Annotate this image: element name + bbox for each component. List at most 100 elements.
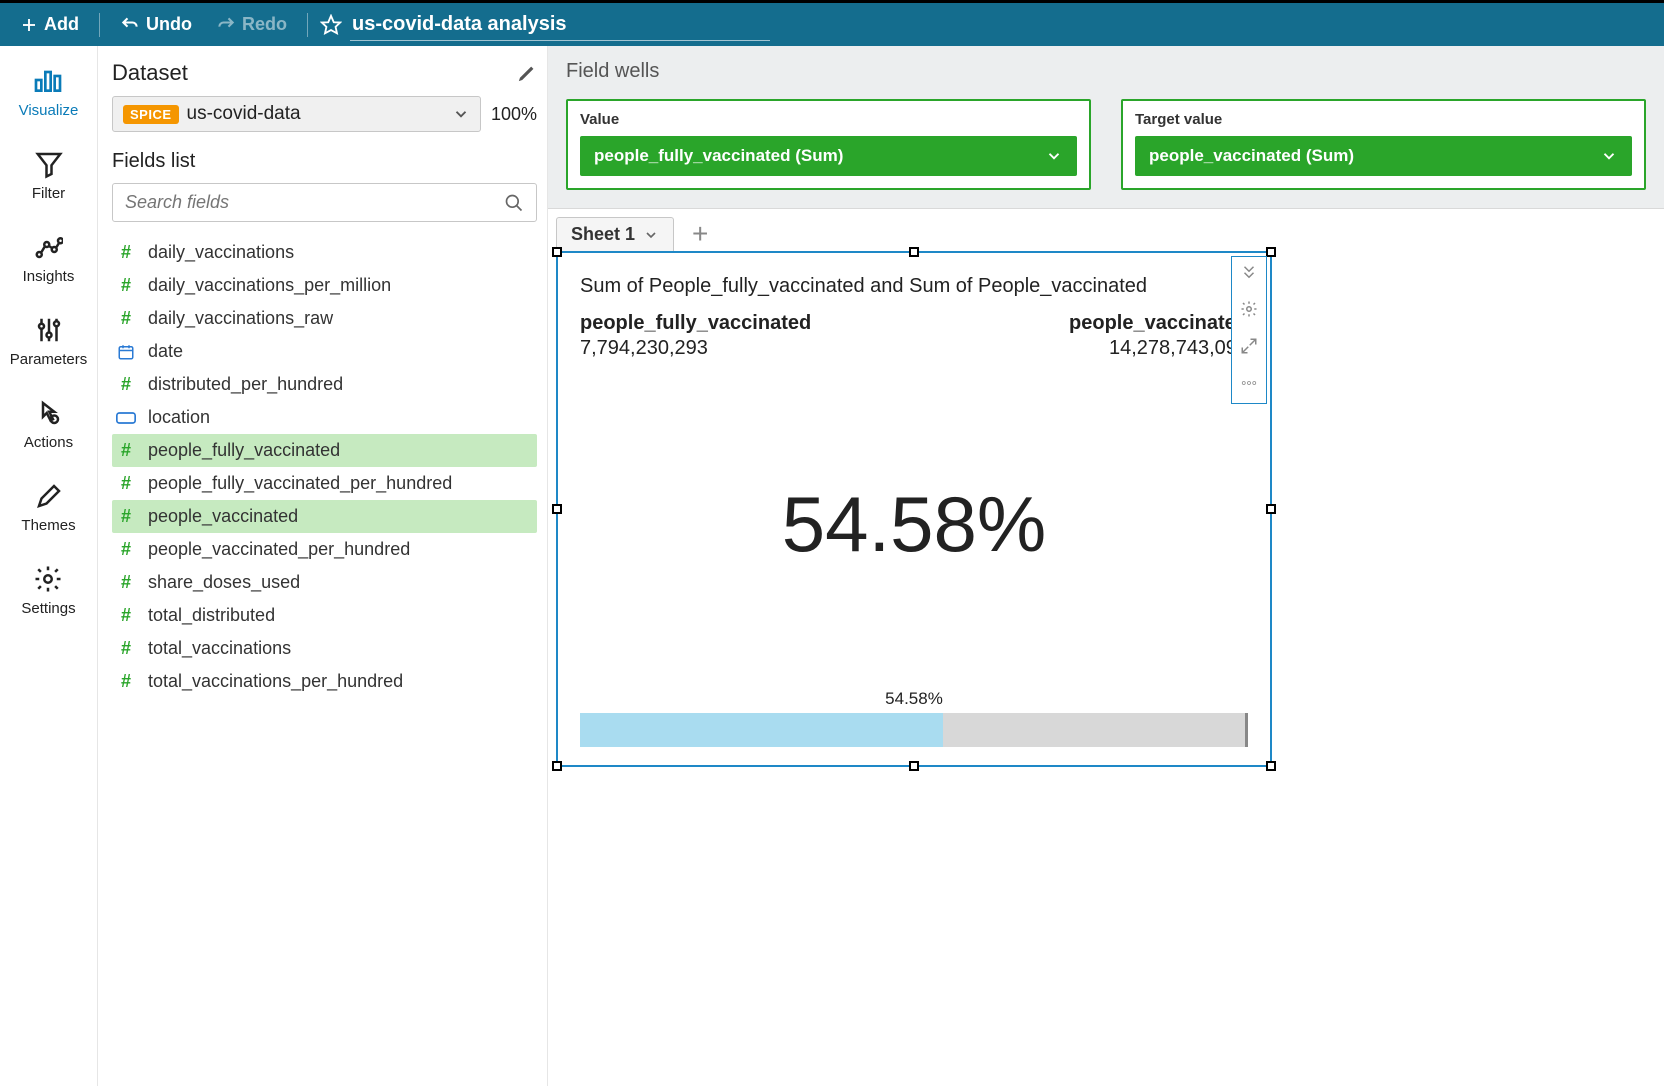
sliders-icon xyxy=(34,315,64,345)
number-icon xyxy=(116,540,136,560)
sheet-tab[interactable]: Sheet 1 xyxy=(556,217,674,251)
rail-insights[interactable]: Insights xyxy=(23,232,75,285)
add-sheet-button[interactable]: + xyxy=(684,218,716,250)
field-name: people_vaccinated xyxy=(148,506,298,527)
redo-label: Redo xyxy=(242,14,287,35)
field-row[interactable]: people_vaccinated_per_hundred xyxy=(112,533,537,566)
well-value-label: Value xyxy=(580,111,1077,128)
well-value-pill[interactable]: people_fully_vaccinated (Sum) xyxy=(580,136,1077,176)
rail-parameters[interactable]: Parameters xyxy=(10,315,88,368)
field-wells: Field wells Value people_fully_vaccinate… xyxy=(548,46,1664,208)
bar-chart-icon xyxy=(32,64,64,96)
resize-handle[interactable] xyxy=(552,761,562,771)
kpi-big-pct: 54.58% xyxy=(782,479,1047,570)
more-options-button[interactable] xyxy=(1240,374,1258,397)
dataset-header: Dataset xyxy=(112,60,188,86)
search-icon xyxy=(504,193,524,213)
rail-themes[interactable]: Themes xyxy=(21,481,75,534)
resize-handle[interactable] xyxy=(1266,247,1276,257)
rail-label: Settings xyxy=(21,600,75,617)
field-row[interactable]: daily_vaccinations xyxy=(112,236,537,269)
add-button[interactable]: Add xyxy=(12,10,87,39)
kpi-bar-label: 54.58% xyxy=(580,689,1248,709)
field-row[interactable]: total_vaccinations_per_hundred xyxy=(112,665,537,698)
kpi-left-value: 7,794,230,293 xyxy=(580,337,811,360)
double-chevron-down-icon xyxy=(1240,263,1258,281)
kpi-right-label: people_vaccinated xyxy=(1069,312,1248,335)
resize-handle[interactable] xyxy=(909,247,919,257)
resize-handle[interactable] xyxy=(909,761,919,771)
dataset-name: us-covid-data xyxy=(187,103,444,125)
pencil-icon[interactable] xyxy=(517,63,537,83)
redo-button[interactable]: Redo xyxy=(208,10,295,39)
undo-icon xyxy=(120,15,140,35)
rail-filter[interactable]: Filter xyxy=(32,149,65,202)
number-icon xyxy=(116,441,136,461)
chevron-down-icon[interactable] xyxy=(643,227,659,243)
field-row[interactable]: people_fully_vaccinated_per_hundred xyxy=(112,467,537,500)
visual-toolbar xyxy=(1231,256,1267,404)
search-fields-input[interactable] xyxy=(125,192,504,213)
number-icon xyxy=(116,507,136,527)
kpi-progress-fill xyxy=(580,713,943,747)
number-icon xyxy=(116,474,136,494)
resize-handle[interactable] xyxy=(552,504,562,514)
insights-icon xyxy=(33,232,63,262)
number-icon xyxy=(116,309,136,329)
separator xyxy=(99,13,100,37)
add-label: Add xyxy=(44,14,79,35)
visual-title: Sum of People_fully_vaccinated and Sum o… xyxy=(580,275,1248,298)
field-row[interactable]: people_vaccinated xyxy=(112,500,537,533)
chevron-down-icon xyxy=(1600,147,1618,165)
field-row[interactable]: daily_vaccinations_raw xyxy=(112,302,537,335)
sheet-tab-label: Sheet 1 xyxy=(571,224,635,245)
field-row[interactable]: total_distributed xyxy=(112,599,537,632)
well-target[interactable]: Target value people_vaccinated (Sum) xyxy=(1121,99,1646,190)
well-target-pill[interactable]: people_vaccinated (Sum) xyxy=(1135,136,1632,176)
field-name: total_vaccinations xyxy=(148,638,291,659)
rail-settings[interactable]: Settings xyxy=(21,564,75,617)
fields-panel: Dataset SPICE us-covid-data 100% Fields … xyxy=(98,46,548,1086)
field-row[interactable]: people_fully_vaccinated xyxy=(112,434,537,467)
number-icon xyxy=(116,573,136,593)
field-row[interactable]: distributed_per_hundred xyxy=(112,368,537,401)
dataset-select[interactable]: SPICE us-covid-data xyxy=(112,96,481,132)
field-name: date xyxy=(148,341,183,362)
search-fields-wrap[interactable] xyxy=(112,183,537,222)
pointer-gear-icon xyxy=(33,398,63,428)
undo-button[interactable]: Undo xyxy=(112,10,200,39)
well-target-pill-text: people_vaccinated (Sum) xyxy=(1149,146,1354,166)
resize-handle[interactable] xyxy=(1266,504,1276,514)
rail-visualize[interactable]: Visualize xyxy=(19,64,79,119)
well-target-label: Target value xyxy=(1135,111,1632,128)
field-name: daily_vaccinations xyxy=(148,242,294,263)
expand-down-button[interactable] xyxy=(1240,263,1258,286)
number-icon xyxy=(116,672,136,692)
analysis-title-input[interactable] xyxy=(350,9,770,41)
rail-label: Insights xyxy=(23,268,75,285)
number-icon xyxy=(116,375,136,395)
field-name: daily_vaccinations_per_million xyxy=(148,275,391,296)
field-row[interactable]: daily_vaccinations_per_million xyxy=(112,269,537,302)
kpi-visual[interactable]: Sum of People_fully_vaccinated and Sum o… xyxy=(556,251,1272,767)
field-row[interactable]: date xyxy=(112,335,537,368)
resize-handle[interactable] xyxy=(1266,761,1276,771)
maximize-button[interactable] xyxy=(1240,337,1258,360)
gear-icon xyxy=(1240,300,1258,318)
field-name: people_fully_vaccinated xyxy=(148,440,340,461)
field-row[interactable]: share_doses_used xyxy=(112,566,537,599)
kpi-left-label: people_fully_vaccinated xyxy=(580,312,811,335)
visual-settings-button[interactable] xyxy=(1240,300,1258,323)
star-icon[interactable] xyxy=(320,14,342,36)
rail-label: Parameters xyxy=(10,351,88,368)
number-icon xyxy=(116,243,136,263)
rail-actions[interactable]: Actions xyxy=(24,398,73,451)
resize-handle[interactable] xyxy=(552,247,562,257)
field-row[interactable]: total_vaccinations xyxy=(112,632,537,665)
number-icon xyxy=(116,639,136,659)
well-value[interactable]: Value people_fully_vaccinated (Sum) xyxy=(566,99,1091,190)
kpi-right-value: 14,278,743,093 xyxy=(1069,337,1248,360)
funnel-icon xyxy=(34,149,64,179)
dataset-load-pct: 100% xyxy=(491,104,537,125)
field-row[interactable]: location xyxy=(112,401,537,434)
